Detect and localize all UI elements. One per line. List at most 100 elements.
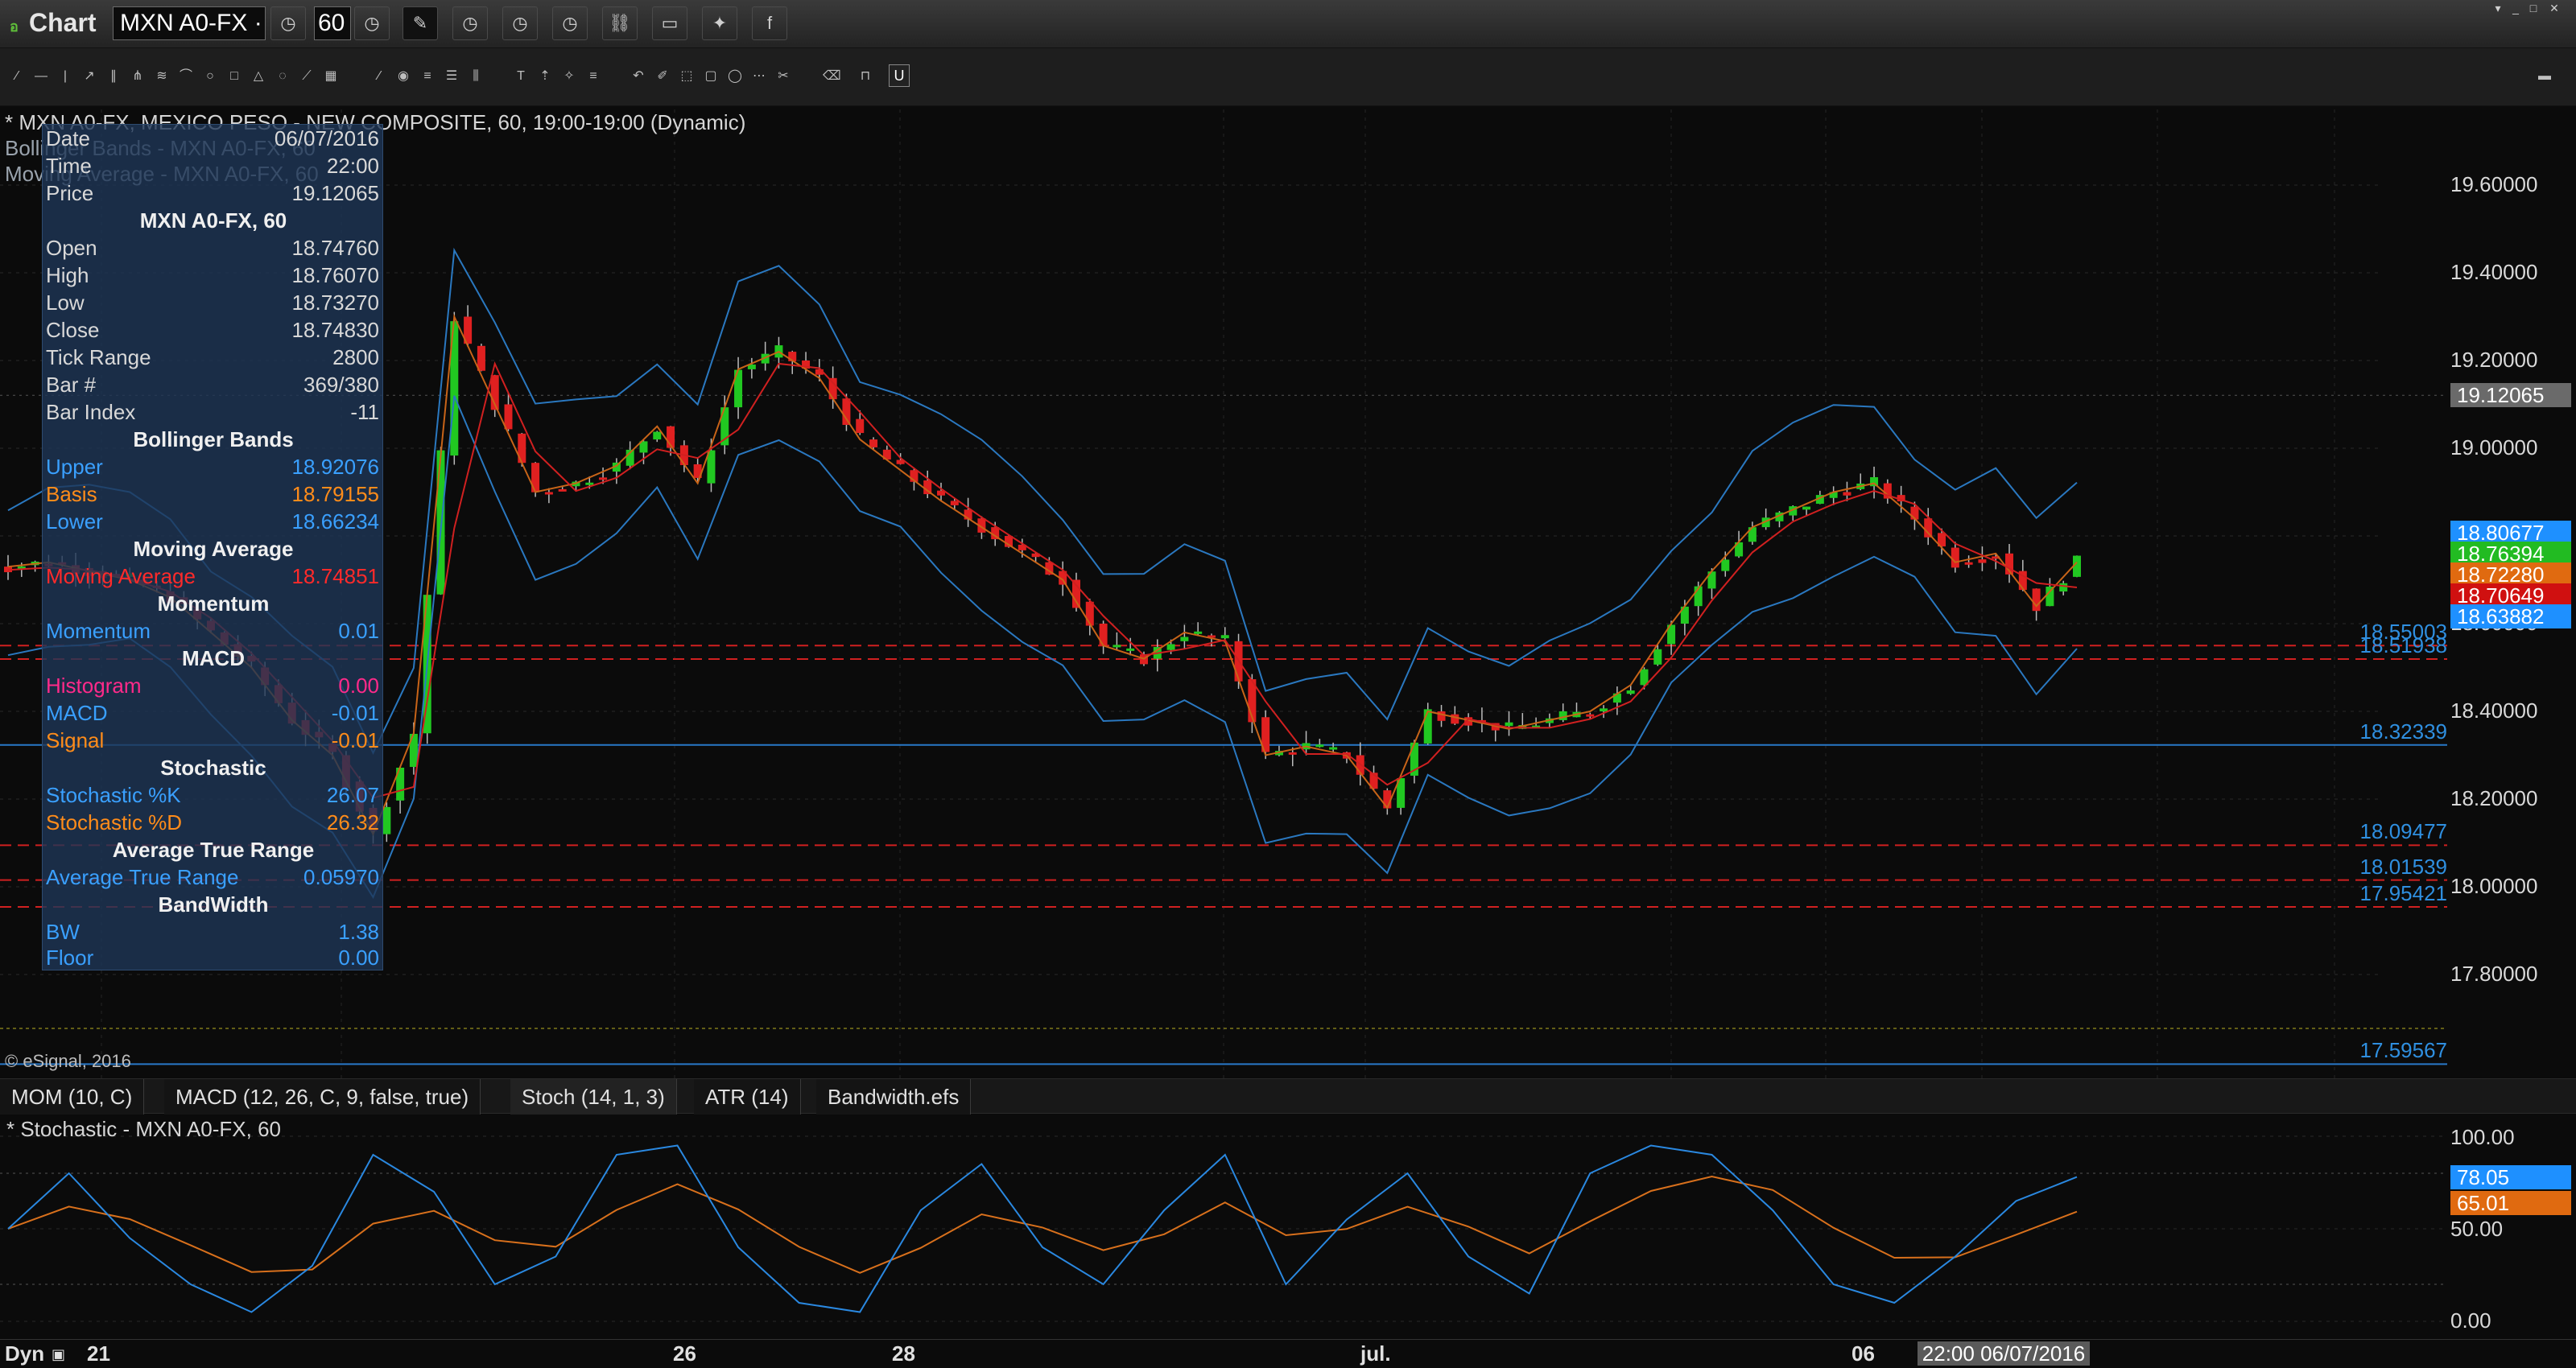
candle-body bbox=[544, 492, 553, 495]
close-value: 18.74830 bbox=[291, 318, 379, 342]
candle-body bbox=[504, 404, 513, 430]
price-chart-svg[interactable] bbox=[0, 109, 2576, 1078]
menu-lines-icon[interactable]: ≡ bbox=[584, 68, 602, 85]
stochastic-svg[interactable] bbox=[0, 1115, 2576, 1339]
scissors-tool-icon[interactable]: ✂ bbox=[774, 68, 792, 85]
stoch-k-tag: 78.05 bbox=[2450, 1165, 2571, 1189]
grid-tool-icon[interactable]: ▦ bbox=[322, 68, 340, 85]
cycle-tool-icon[interactable]: ◌ bbox=[274, 68, 291, 85]
info-row-high: High 18.76070 bbox=[46, 262, 379, 289]
stochastic-pane[interactable]: * Stochastic - MXN A0-FX, 60 100.00 50.0… bbox=[0, 1115, 2576, 1339]
floor-value: 0.00 bbox=[338, 946, 379, 970]
candle-body bbox=[869, 439, 878, 447]
tab-atr[interactable]: ATR (14) bbox=[694, 1079, 801, 1115]
maximize-button[interactable]: □ bbox=[2524, 2, 2542, 14]
tab-bandwidth[interactable]: Bandwidth.efs bbox=[816, 1079, 972, 1115]
triangle-tool-icon[interactable]: △ bbox=[250, 68, 267, 85]
marker-tool-icon[interactable]: ✧ bbox=[560, 68, 578, 85]
floor-label: Floor bbox=[46, 946, 94, 970]
scroll-handle-icon[interactable]: ▣ bbox=[52, 1346, 65, 1363]
candle-body bbox=[1558, 711, 1567, 720]
circle-tool-icon[interactable]: ◉ bbox=[394, 68, 412, 85]
rectangle-tool-icon[interactable]: □ bbox=[225, 68, 243, 85]
ma-value: 18.74851 bbox=[291, 564, 379, 588]
close-button[interactable]: ✕ bbox=[2545, 2, 2563, 14]
info-row-bar: Bar # 369/380 bbox=[46, 371, 379, 398]
text-label-tool-icon[interactable]: T bbox=[512, 68, 530, 85]
interval-input[interactable]: 60 bbox=[314, 6, 351, 40]
bollinger-section-title: Bollinger Bands bbox=[133, 427, 294, 451]
close-icon: ✕ bbox=[2549, 2, 2559, 14]
interval-button[interactable]: ◷ bbox=[354, 6, 390, 40]
channel-tool-icon[interactable]: ∥ bbox=[105, 68, 122, 85]
pen-tool-icon[interactable]: ✐ bbox=[654, 68, 671, 85]
panel-toggle-icon[interactable]: ▬ bbox=[2536, 68, 2553, 85]
candle-body bbox=[1166, 644, 1175, 650]
square-tool-icon[interactable]: ▢ bbox=[702, 68, 720, 85]
hline-tool-icon[interactable]: ― bbox=[32, 68, 50, 85]
candle-body bbox=[1802, 506, 1811, 510]
oval-tool-icon[interactable]: ◯ bbox=[726, 68, 744, 85]
symbol-input[interactable]: MXN A0-FX · bbox=[113, 6, 266, 40]
ellipse-tool-icon[interactable]: ○ bbox=[201, 68, 219, 85]
u-icon: U bbox=[894, 68, 905, 84]
facebook-button[interactable]: f bbox=[752, 6, 787, 40]
tab-macd[interactable]: MACD (12, 26, C, 9, false, true) bbox=[164, 1079, 481, 1115]
draw-button[interactable]: ✎ bbox=[402, 6, 438, 40]
fib-tool-icon[interactable]: ≋ bbox=[153, 68, 171, 85]
vline-tool-icon[interactable]: | bbox=[56, 68, 74, 85]
tab-stoch[interactable]: Stoch (14, 1, 3) bbox=[510, 1079, 677, 1115]
list-tool-icon[interactable]: ≡ bbox=[419, 68, 436, 85]
candle-body bbox=[1951, 547, 1959, 568]
replay-button[interactable]: ◷ bbox=[502, 6, 538, 40]
candle-body bbox=[1113, 645, 1121, 648]
close-label: Close bbox=[46, 318, 100, 342]
tab-mom[interactable]: MOM (10, C) bbox=[0, 1079, 145, 1115]
price-chart-pane[interactable]: 19.6000019.4000019.2000019.0000018.80000… bbox=[0, 109, 2576, 1078]
price-tag: 19.12065 bbox=[2450, 383, 2571, 408]
arrow-up-tool-icon[interactable]: ⇡ bbox=[536, 68, 554, 85]
menu-button[interactable]: ▾ bbox=[2489, 2, 2507, 14]
twitter-button[interactable]: ✦ bbox=[702, 6, 737, 40]
price-tick-label: 17.80000 bbox=[2450, 962, 2538, 986]
undo-icon[interactable]: ↶ bbox=[630, 68, 647, 85]
tickrange-label: Tick Range bbox=[46, 345, 151, 369]
align-tool-icon[interactable]: ☰ bbox=[443, 68, 460, 85]
candle-body bbox=[2032, 588, 2041, 612]
level-label: 18.09477 bbox=[2359, 819, 2447, 844]
minimize-button[interactable]: _ bbox=[2507, 2, 2524, 14]
esignal-chart-window: { "app": {"title": "Chart", "logo": "\u0… bbox=[0, 0, 2576, 1368]
alert-button[interactable]: ◷ bbox=[552, 6, 588, 40]
chat-button[interactable]: ▭ bbox=[652, 6, 687, 40]
time-axis[interactable]: Dyn ▣ 21 26 28 jul. 06 22:00 06/07/2016 bbox=[0, 1339, 2576, 1368]
arc-tool-icon[interactable]: ⌒ bbox=[177, 68, 195, 85]
info-row-d: Stochastic %D 26.32 bbox=[46, 809, 379, 836]
line-tool-icon[interactable]: ⁄ bbox=[8, 68, 26, 85]
ma-section-title: Moving Average bbox=[133, 537, 294, 561]
magnet-tool-icon[interactable]: ⊓ bbox=[857, 68, 874, 85]
cursor-info-panel[interactable]: Date 06/07/2016 Time 22:00 Price 19.12065 M… bbox=[42, 124, 383, 970]
eraser-tool-icon[interactable]: ⌫ bbox=[823, 68, 841, 85]
stoch-d-line bbox=[7, 1175, 2078, 1274]
ray-tool-icon[interactable]: ↗ bbox=[80, 68, 98, 85]
link-button[interactable]: ⛓ bbox=[602, 6, 638, 40]
candle-body bbox=[1451, 714, 1459, 724]
text-tool-icon[interactable]: ⁄ bbox=[370, 68, 388, 85]
high-value: 18.76070 bbox=[291, 263, 379, 287]
info-row-lower: Lower 18.66234 bbox=[46, 508, 379, 535]
info-row-ma: Moving Average 18.74851 bbox=[46, 562, 379, 590]
bars-tool-icon[interactable]: ⫼ bbox=[467, 68, 485, 85]
indicator-tabs: MOM (10, C) MACD (12, 26, C, 9, false, t… bbox=[0, 1078, 2576, 1115]
symbol-lookup-button[interactable]: ◷ bbox=[270, 6, 306, 40]
candle-body bbox=[1924, 518, 1933, 538]
date-label: Date bbox=[46, 126, 90, 150]
gann-tool-icon[interactable]: ⟋ bbox=[298, 68, 316, 85]
high-label: High bbox=[46, 263, 89, 287]
unlock-button[interactable]: U bbox=[889, 64, 910, 87]
clock-icon: ◷ bbox=[512, 13, 528, 33]
dots-tool-icon[interactable]: ⋯ bbox=[750, 68, 768, 85]
candle-body bbox=[1653, 649, 1662, 665]
timeframe-button[interactable]: ◷ bbox=[452, 6, 488, 40]
frame-tool-icon[interactable]: ⬚ bbox=[678, 68, 696, 85]
pitchfork-tool-icon[interactable]: ⋔ bbox=[129, 68, 147, 85]
